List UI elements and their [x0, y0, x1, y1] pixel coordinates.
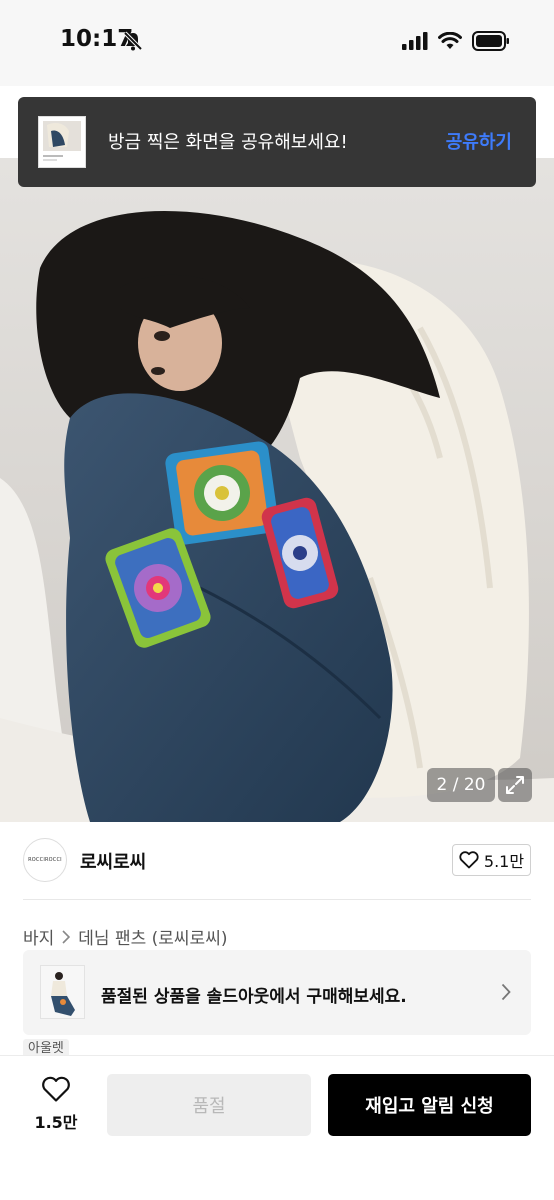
chevron-right-icon [62, 929, 71, 944]
wifi-icon [438, 32, 462, 49]
cellular-signal-icon [402, 32, 428, 50]
status-bar: 10:17 [0, 0, 554, 86]
soldout-button[interactable]: 품절 [107, 1074, 311, 1136]
status-indicators [402, 31, 510, 51]
breadcrumb-subcategory[interactable]: 데님 팬츠 (로씨로씨) [78, 924, 227, 949]
divider [23, 899, 531, 900]
image-counter: 2 / 20 [427, 768, 495, 802]
like-count: 1.5만 [34, 1113, 78, 1132]
expand-icon [506, 776, 524, 794]
bell-muted-icon [123, 31, 143, 51]
expand-button[interactable] [498, 768, 532, 802]
toast-thumbnail [38, 116, 86, 168]
breadcrumb-category[interactable]: 바지 [23, 924, 54, 949]
restock-alert-button[interactable]: 재입고 알림 신청 [328, 1074, 531, 1136]
product-photo [0, 158, 554, 822]
heart-icon [42, 1076, 70, 1102]
chevron-right-icon [501, 983, 511, 1001]
soldout-thumbnail [40, 965, 85, 1019]
breadcrumb: 바지 데님 팬츠 (로씨로씨) [23, 924, 227, 949]
brand-logo[interactable]: ROCCIROCCI [23, 838, 67, 882]
brand-like-button[interactable]: 5.1만 [452, 844, 531, 876]
brand-like-count: 5.1만 [483, 852, 525, 871]
bottom-action-bar: 1.5만 품절 재입고 알림 신청 [0, 1055, 554, 1200]
battery-icon [472, 31, 509, 51]
like-button[interactable]: 1.5만 [28, 1076, 84, 1134]
product-image[interactable] [0, 158, 554, 822]
share-button[interactable]: 공유하기 [446, 128, 512, 154]
soldout-banner[interactable]: 품절된 상품을 솔드아웃에서 구매해보세요. [23, 950, 531, 1035]
brand-logo-text: ROCCIROCCI [28, 857, 62, 863]
soldout-banner-text: 품절된 상품을 솔드아웃에서 구매해보세요. [101, 987, 407, 1007]
heart-icon [459, 851, 479, 869]
brand-name[interactable]: 로씨로씨 [80, 848, 146, 874]
toast-message: 방금 찍은 화면을 공유해보세요! [108, 132, 348, 153]
share-toast: 방금 찍은 화면을 공유해보세요! 공유하기 [18, 97, 536, 187]
